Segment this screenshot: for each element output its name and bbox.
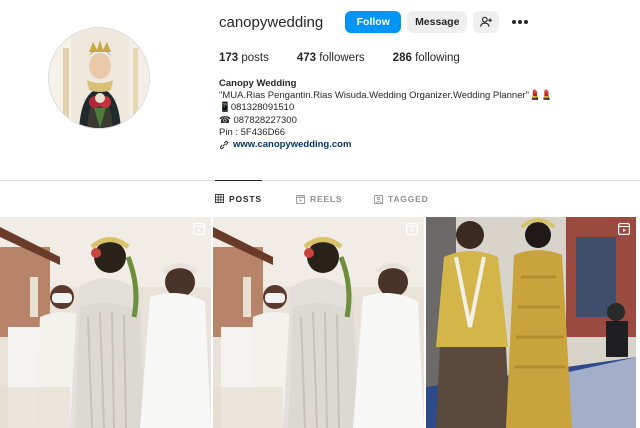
profile-bio: Canopy Wedding "MUA.Rias Pengantin.Rias … (219, 78, 619, 151)
reels-icon (296, 194, 305, 204)
reel-badge-icon (406, 223, 418, 235)
post-grid (0, 217, 640, 428)
profile-tabs: POSTS REELS TAGGED (0, 180, 640, 217)
profile-name: Canopy Wedding (219, 78, 297, 89)
add-user-icon (480, 16, 493, 27)
website-link[interactable]: www.canopywedding.com (233, 139, 351, 151)
posts-label: posts (241, 52, 269, 64)
message-button[interactable]: Message (407, 11, 468, 33)
posts-stat: 173 posts (219, 52, 269, 64)
followers-stat[interactable]: 473 followers (297, 52, 365, 64)
bio-phone-line: 📱081328091510 (219, 102, 295, 114)
tab-reels[interactable]: REELS (296, 181, 342, 217)
post-thumbnail[interactable] (213, 217, 424, 428)
tab-reels-label: REELS (310, 194, 343, 204)
post-thumbnail[interactable] (0, 217, 211, 428)
post-image (426, 217, 636, 428)
profile-stats: 173 posts 473 followers 286 following (219, 52, 488, 64)
grid-icon (215, 194, 224, 203)
bio-link-row: www.canopywedding.com (219, 139, 619, 151)
tab-posts-label: POSTS (229, 193, 262, 204)
tab-posts[interactable]: POSTS (215, 180, 262, 216)
follow-button[interactable]: Follow (345, 11, 402, 33)
post-thumbnail[interactable] (426, 217, 636, 428)
post-image (0, 217, 211, 428)
following-stat[interactable]: 286 following (393, 52, 460, 64)
link-icon (219, 140, 229, 150)
posts-count: 173 (219, 52, 239, 64)
following-label: following (415, 52, 460, 64)
tagged-icon (374, 194, 383, 204)
avatar[interactable] (48, 27, 150, 129)
following-count: 286 (392, 52, 412, 64)
bio-line: "MUA.Rias Pengantin.Rias Wisuda.Wedding … (219, 90, 553, 102)
tab-tagged-label: TAGGED (388, 194, 429, 204)
reel-badge-icon (618, 223, 630, 235)
more-options-icon (512, 20, 529, 24)
profile-photo (49, 28, 149, 128)
bio-pin-line: Pin : 5F436D66 (219, 126, 286, 138)
tab-tagged[interactable]: TAGGED (374, 181, 429, 217)
add-user-button[interactable] (473, 11, 500, 33)
username: canopywedding (219, 13, 324, 31)
reel-badge-icon (193, 223, 205, 235)
followers-count: 473 (296, 52, 317, 64)
followers-label: followers (319, 52, 365, 64)
post-image (213, 217, 424, 428)
more-options-button[interactable] (511, 11, 529, 33)
profile-header: canopywedding Follow Message (219, 11, 529, 33)
bio-telephone-line: ☎ 087828227300 (219, 114, 297, 126)
